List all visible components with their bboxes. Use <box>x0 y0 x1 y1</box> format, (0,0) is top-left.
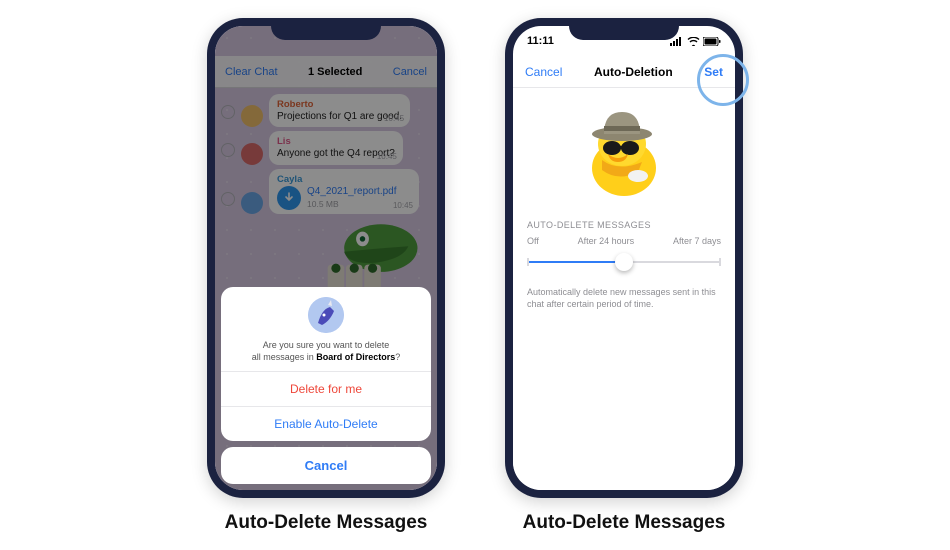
slider-fill <box>527 261 624 263</box>
section-description: Automatically delete new messages sent i… <box>513 278 735 318</box>
wifi-icon <box>687 37 700 46</box>
slider-tick <box>719 258 721 266</box>
delete-for-me-button[interactable]: Delete for me <box>221 371 431 406</box>
sheet-text-2: all messages in <box>252 352 317 362</box>
section-header: AUTO-DELETE MESSAGES <box>513 210 735 236</box>
slider-knob[interactable] <box>615 253 633 271</box>
empty-area <box>513 318 735 490</box>
slider-track[interactable] <box>527 252 721 272</box>
phone-left: 11:11 Clear Chat 1 Selected Cancel <box>207 18 445 498</box>
status-indicators <box>670 37 721 46</box>
slider-tick <box>527 258 529 266</box>
nav-title: Auto-Deletion <box>594 65 673 79</box>
caption-right: Auto-Delete Messages <box>523 512 726 534</box>
duck-illustration <box>513 88 735 210</box>
slider-option-24h[interactable]: After 24 hours <box>578 236 635 246</box>
sheet-cancel-button[interactable]: Cancel <box>221 447 431 484</box>
unicorn-avatar-icon <box>308 297 344 333</box>
slider-option-7d[interactable]: After 7 days <box>673 236 721 246</box>
slider-option-off[interactable]: Off <box>527 236 539 246</box>
battery-icon <box>703 37 721 46</box>
sheet-illustration <box>221 287 431 337</box>
caption-left: Auto-Delete Messages <box>225 512 428 534</box>
auto-delete-slider[interactable]: Off After 24 hours After 7 days <box>513 236 735 278</box>
enable-auto-delete-button[interactable]: Enable Auto-Delete <box>221 406 431 441</box>
status-time: 11:11 <box>527 35 554 47</box>
spy-duck-icon <box>574 104 674 200</box>
sheet-text-bold: Board of Directors <box>316 352 395 362</box>
notch <box>271 18 381 40</box>
sheet-message: Are you sure you want to delete all mess… <box>221 337 431 371</box>
cancel-button[interactable]: Cancel <box>525 65 562 79</box>
action-sheet: Are you sure you want to delete all mess… <box>215 281 437 490</box>
notch <box>569 18 679 40</box>
phone-right: 11:11 Cancel Auto-Deletion Set <box>505 18 743 498</box>
sheet-text-1: Are you sure you want to delete <box>263 340 390 350</box>
set-button-highlight-circle <box>697 54 749 106</box>
